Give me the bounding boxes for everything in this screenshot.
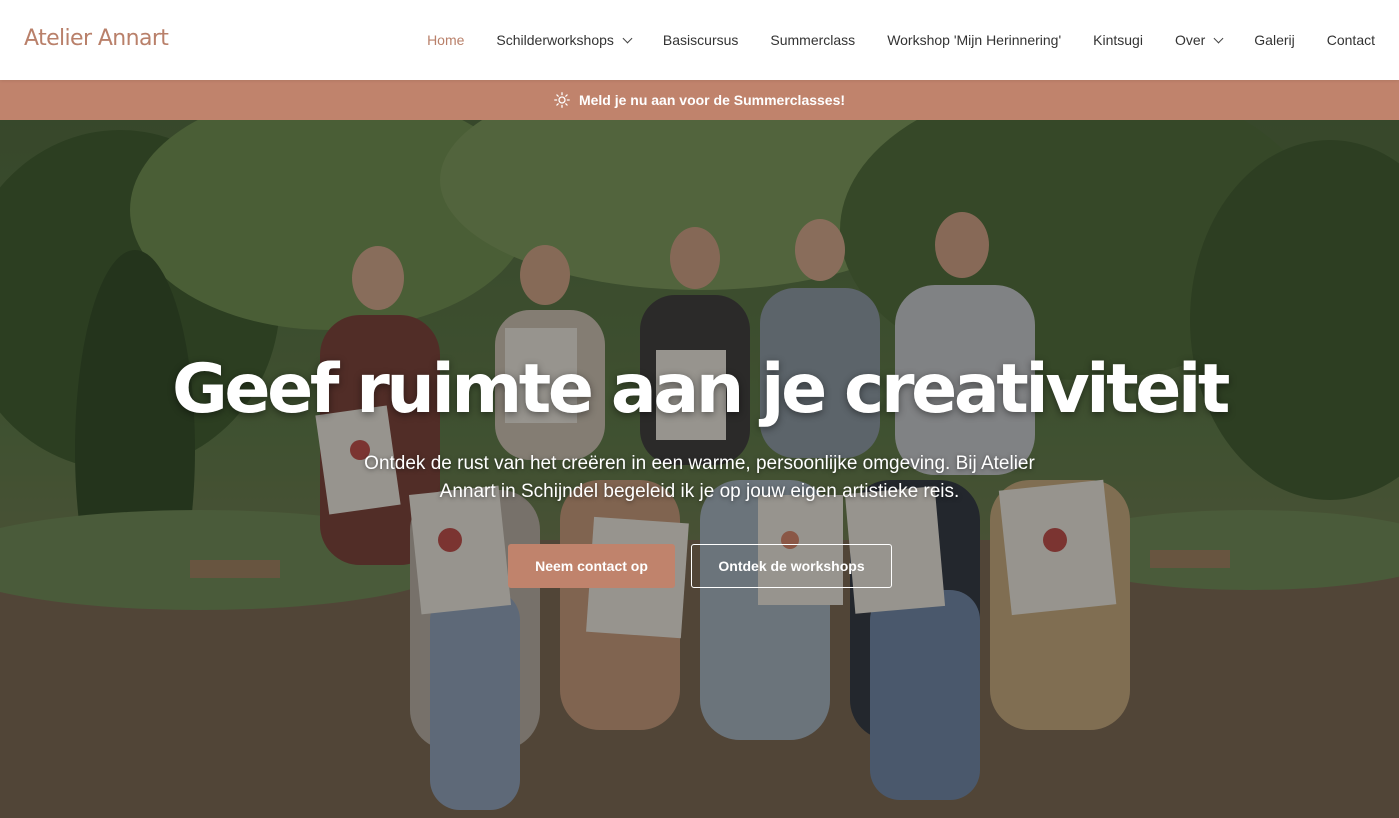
nav-item-contact[interactable]: Contact xyxy=(1327,32,1375,48)
banner-text: Meld je nu aan voor de Summerclasses! xyxy=(578,92,846,108)
discover-workshops-button-label: Ontdek de workshops xyxy=(718,558,865,574)
nav-item-label: Schilderworkshops xyxy=(496,32,614,48)
nav-item-summerclass[interactable]: Summerclass xyxy=(770,32,855,48)
nav-item-label: Kintsugi xyxy=(1093,32,1143,48)
hero-subtitle: Ontdek de rust van het creëren in een wa… xyxy=(364,453,1035,502)
main-nav: Home Schilderworkshops Basiscursus Summe… xyxy=(395,0,1375,80)
sun-icon xyxy=(554,92,570,108)
site-logo[interactable]: Atelier Annart xyxy=(24,26,169,51)
nav-item-schilderworkshops[interactable]: Schilderworkshops xyxy=(496,32,633,48)
nav-item-label: Workshop 'Mijn Herinnering' xyxy=(887,32,1062,48)
nav-item-label: Basiscursus xyxy=(662,32,739,48)
nav-item-home[interactable]: Home xyxy=(427,32,464,48)
nav-item-galerij[interactable]: Galerij xyxy=(1254,32,1294,48)
nav-item-label: Over xyxy=(1174,32,1206,48)
contact-button[interactable]: Neem contact op xyxy=(508,544,675,588)
site-header: Atelier Annart Home Schilderworkshops Ba… xyxy=(0,0,1399,80)
nav-item-basiscursus[interactable]: Basiscursus xyxy=(663,32,738,48)
hero-title: Geef ruimte aan je creativiteit xyxy=(171,350,1230,429)
nav-item-label: Galerij xyxy=(1254,32,1295,48)
chevron-down-icon xyxy=(1213,33,1224,43)
contact-button-label: Neem contact op xyxy=(535,558,648,574)
nav-item-label: Contact xyxy=(1326,32,1375,48)
discover-workshops-button[interactable]: Ontdek de workshops xyxy=(691,544,892,588)
nav-item-label: Summerclass xyxy=(770,32,856,48)
hero-section: Geef ruimte aan je creativiteit Ontdek d… xyxy=(0,120,1399,818)
nav-item-label: Home xyxy=(427,32,465,48)
nav-item-over[interactable]: Over xyxy=(1174,32,1224,48)
nav-item-kintsugi[interactable]: Kintsugi xyxy=(1093,32,1143,48)
nav-item-workshop-mijn-herinnering[interactable]: Workshop 'Mijn Herinnering' xyxy=(887,32,1061,48)
announcement-banner[interactable]: Meld je nu aan voor de Summerclasses! xyxy=(0,80,1399,120)
chevron-down-icon xyxy=(622,33,633,43)
